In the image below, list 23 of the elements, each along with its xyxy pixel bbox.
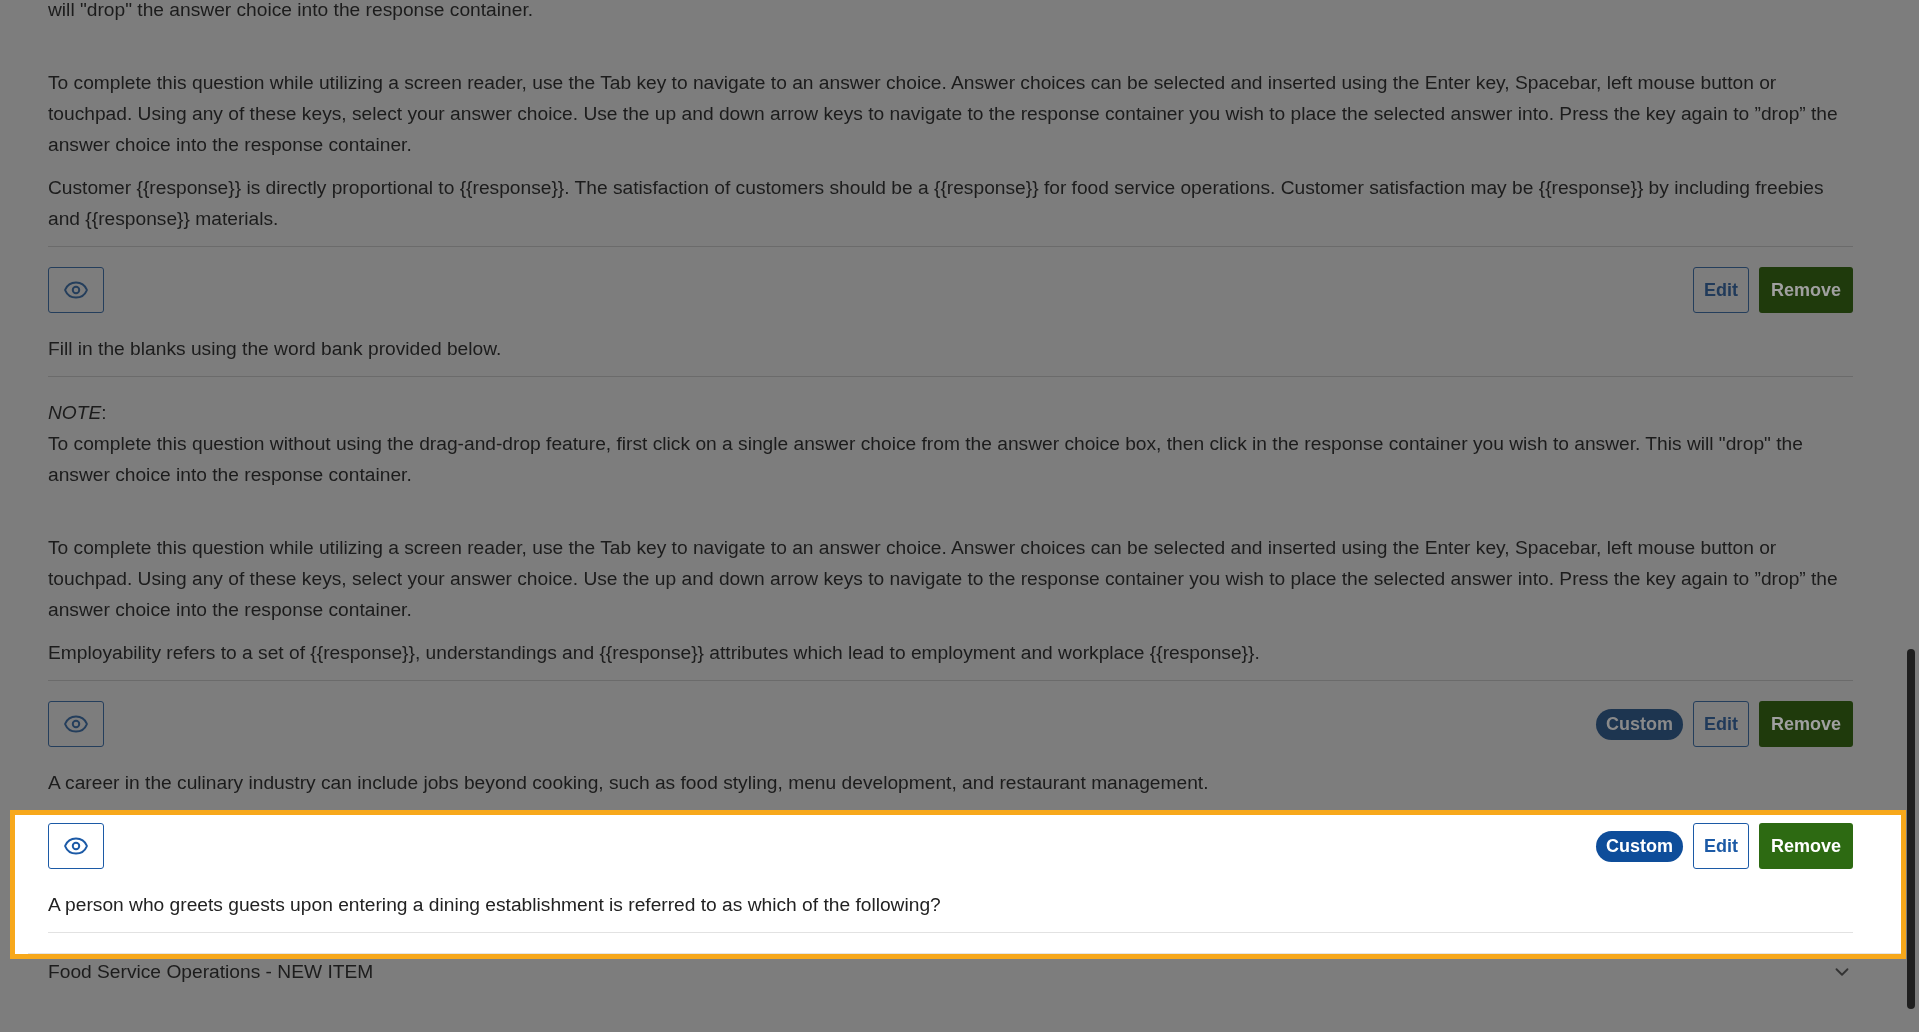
question-text: To complete this question while utilizing a screen reader, use the Tab key to navigate to an answer choice. Answer choices can be selected and inserted using the Enter key, Spacebar, left mouse button or touchpad. Using any of these keys, select your answer choice. Use the up and down arrow keys to navigate to the response container you wish to place the selected answer into. Press the key again to ”drop” the answer choice into the response container.: [48, 71, 1839, 157]
question-text: To complete this question while utilizing a screen reader, use the Tab key to navigate to an answer choice. Answer choices can be selected and inserted using the Enter key, Spacebar, left mouse button or touchpad. Using any of these keys, select your answer choice. Use the up and down arrow keys to navigate to the response container you wish to place the selected answer into. Press the key again to ”drop” the answer choice into the response container.: [48, 536, 1839, 622]
question-text: Fill in the blanks using the word bank provided below.: [48, 337, 503, 361]
note-text: To complete this question without using the drag-and-drop feature, first click on a single answer choice from the answer choice box, then click in the response container you wish to answer. This will "drop" the answer choice into the response container.: [48, 432, 1804, 487]
edit-button[interactable]: Edit: [1692, 823, 1749, 869]
question-text: Employability refers to a set of {{response}}, understandings and {{response}} attributes which lead to employment and workplace {{response}}.: [48, 641, 1261, 665]
edit-button[interactable]: Edit: [1692, 701, 1749, 747]
scrollbar-thumb[interactable]: [1907, 649, 1915, 1009]
edit-button[interactable]: Edit: [1692, 267, 1749, 313]
preview-button[interactable]: [48, 823, 104, 869]
preview-button[interactable]: [48, 701, 104, 747]
question-text: A career in the culinary industry can include jobs beyond cooking, such as food styling, menu development, and restaurant management.: [48, 771, 1210, 795]
note-label: NOTE:: [48, 401, 108, 425]
question-text: Customer {{response}} is directly proportional to {{response}}. The satisfaction of customers should be a {{response}} for food service operations. Customer satisfaction may be {{response}} by including freebies and {{response}} materials.: [48, 176, 1825, 231]
remove-button[interactable]: Remove: [1758, 701, 1853, 747]
question-text: A person who greets guests upon entering a dining establishment is referred to as which of the following?: [48, 893, 942, 917]
question-text: will "drop" the answer choice into the response container.: [48, 0, 535, 22]
preview-button[interactable]: [48, 267, 104, 313]
custom-tag: Custom: [1595, 708, 1683, 740]
section-title: Food Service Operations - NEW ITEM: [48, 961, 374, 983]
remove-button[interactable]: Remove: [1758, 823, 1853, 869]
remove-button[interactable]: Remove: [1758, 267, 1853, 313]
custom-tag: Custom: [1595, 830, 1683, 862]
